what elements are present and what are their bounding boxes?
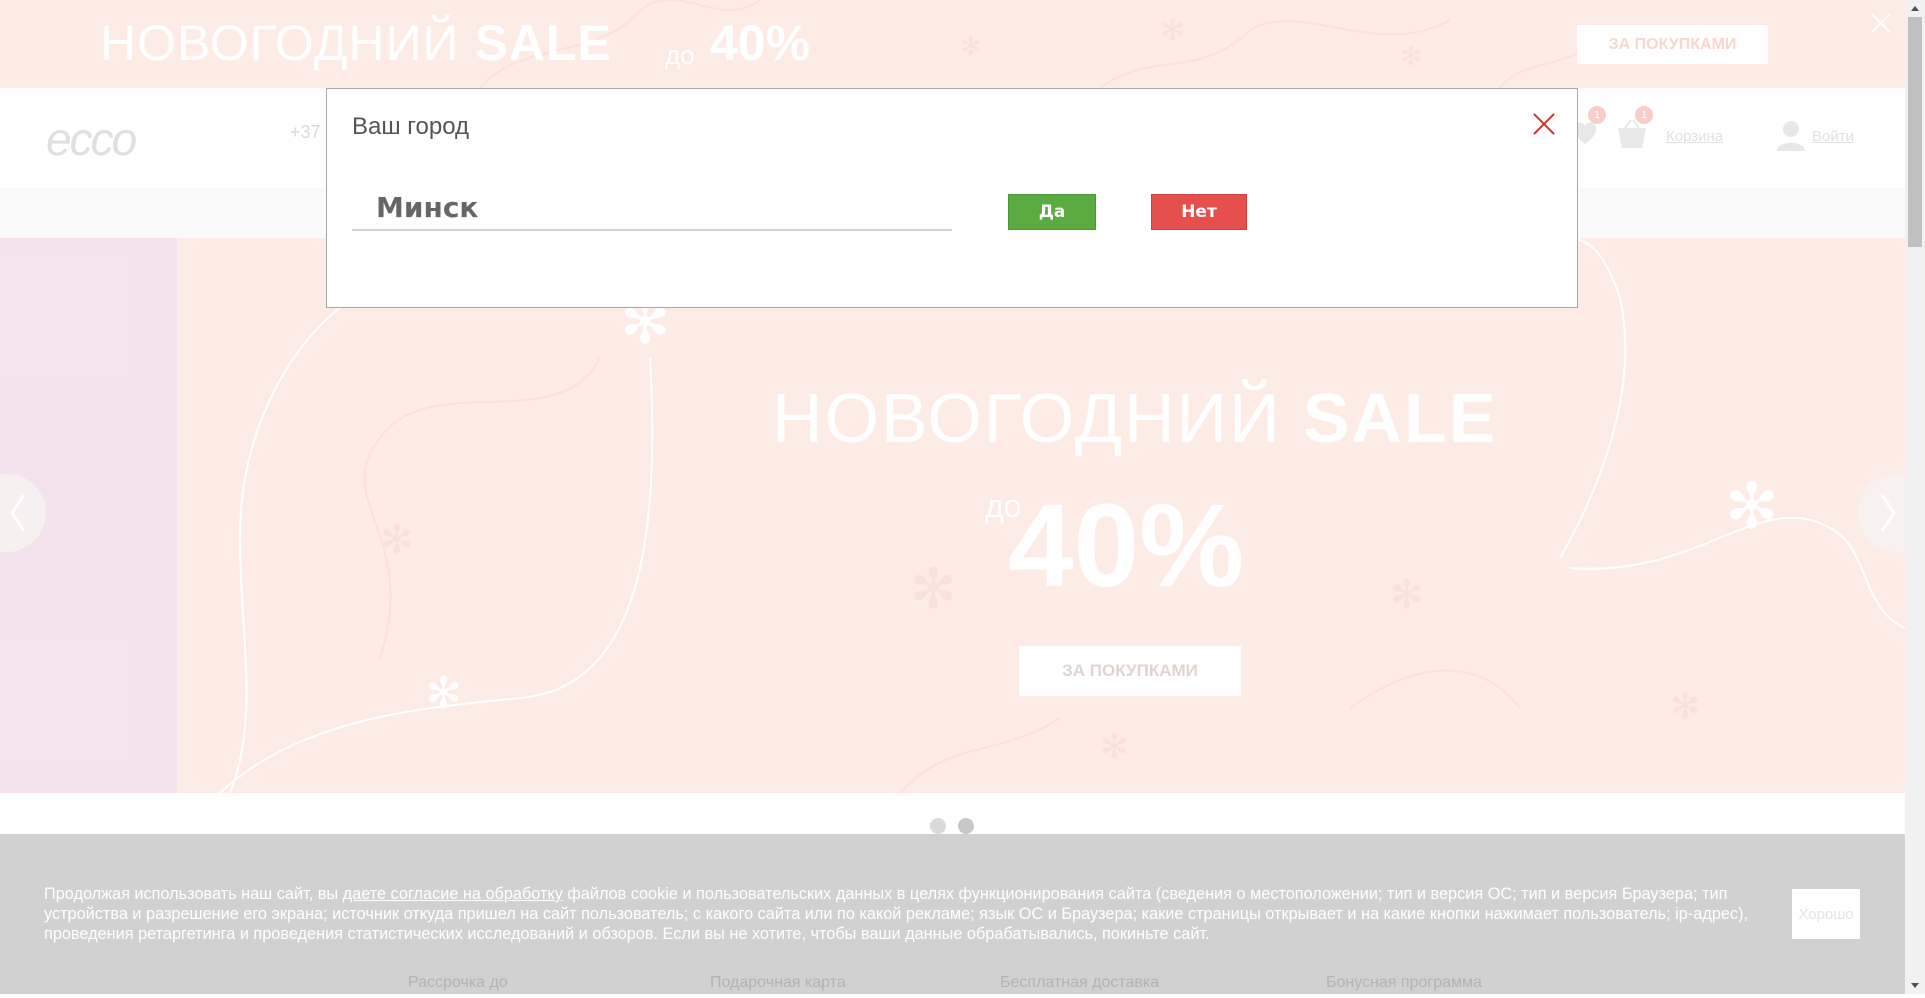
cookie-text: Продолжая использовать наш сайт, вы дает… — [44, 884, 1764, 944]
cookie-ok-button[interactable]: Хорошо — [1792, 889, 1860, 939]
footer-link-free-delivery[interactable]: Бесплатная доставка — [1000, 974, 1159, 992]
scroll-down-arrow-icon[interactable] — [1905, 977, 1925, 994]
footer-links: Рассрочка до Подарочная карта Бесплатная… — [0, 974, 1905, 994]
close-icon[interactable] — [1531, 111, 1557, 137]
footer-link-installment[interactable]: Рассрочка до — [408, 974, 508, 992]
confirm-city-no-button[interactable]: Нет — [1151, 194, 1247, 230]
page-scrollbar[interactable] — [1905, 0, 1925, 994]
scroll-up-arrow-icon[interactable] — [1905, 0, 1925, 17]
cookie-consent-link[interactable]: даете согласие на обработку — [343, 885, 563, 903]
page: ✻ ✻ ✻ НОВОГОДНИЙ SALE до 40% ЗА ПОКУПКАМ… — [0, 0, 1905, 994]
scroll-thumb[interactable] — [1908, 17, 1922, 247]
city-input[interactable] — [352, 185, 952, 231]
footer-link-gift-card[interactable]: Подарочная карта — [710, 974, 846, 992]
city-modal-title: Ваш город — [352, 113, 470, 140]
cookie-banner: Продолжая использовать наш сайт, вы дает… — [0, 834, 1905, 994]
cookie-text-start: Продолжая использовать наш сайт, вы — [44, 885, 343, 903]
confirm-city-yes-button[interactable]: Да — [1008, 194, 1096, 230]
footer-link-bonus-program[interactable]: Бонусная программа — [1326, 974, 1482, 992]
city-modal: Ваш город Да Нет — [326, 88, 1578, 308]
